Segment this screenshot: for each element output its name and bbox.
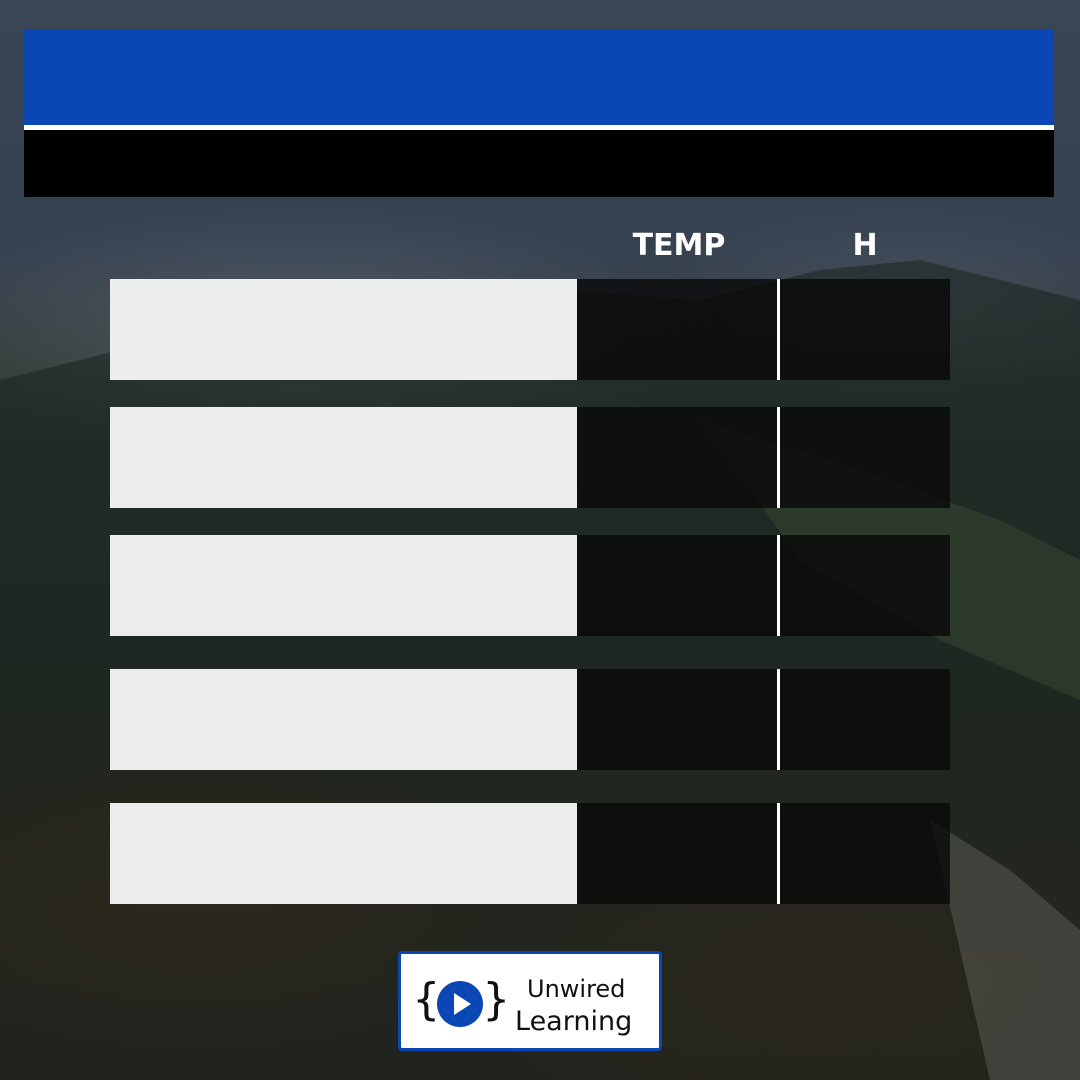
row-h-cell bbox=[780, 669, 950, 770]
row-temp-cell bbox=[577, 535, 777, 636]
table-row bbox=[110, 535, 950, 636]
row-h-cell bbox=[780, 279, 950, 380]
row-h-cell bbox=[780, 803, 950, 904]
row-name-cell bbox=[110, 669, 577, 770]
row-temp-cell bbox=[577, 669, 777, 770]
logo-text-line1: Unwired bbox=[527, 975, 626, 1003]
row-temp-cell bbox=[577, 279, 777, 380]
play-triangle bbox=[454, 993, 471, 1015]
table-row bbox=[110, 407, 950, 508]
table-row bbox=[110, 803, 950, 904]
brace-left-glyph: { bbox=[413, 974, 440, 1025]
header-subtitle-bar bbox=[24, 130, 1054, 197]
row-temp-cell bbox=[577, 407, 777, 508]
row-temp-cell bbox=[577, 803, 777, 904]
row-name-cell bbox=[110, 407, 577, 508]
play-icon bbox=[437, 981, 483, 1027]
column-header-temp: TEMP bbox=[632, 228, 726, 263]
brace-right-glyph: } bbox=[483, 974, 510, 1025]
column-header-h: H bbox=[852, 228, 878, 263]
table-row bbox=[110, 279, 950, 380]
row-name-cell bbox=[110, 803, 577, 904]
row-name-cell bbox=[110, 535, 577, 636]
row-name-cell bbox=[110, 279, 577, 380]
row-h-cell bbox=[780, 535, 950, 636]
row-h-cell bbox=[780, 407, 950, 508]
table-row bbox=[110, 669, 950, 770]
unwired-learning-logo: { } Unwired Learning bbox=[398, 951, 662, 1051]
logo-text-line2: Learning bbox=[515, 1006, 633, 1037]
header-title-bar bbox=[24, 30, 1054, 125]
